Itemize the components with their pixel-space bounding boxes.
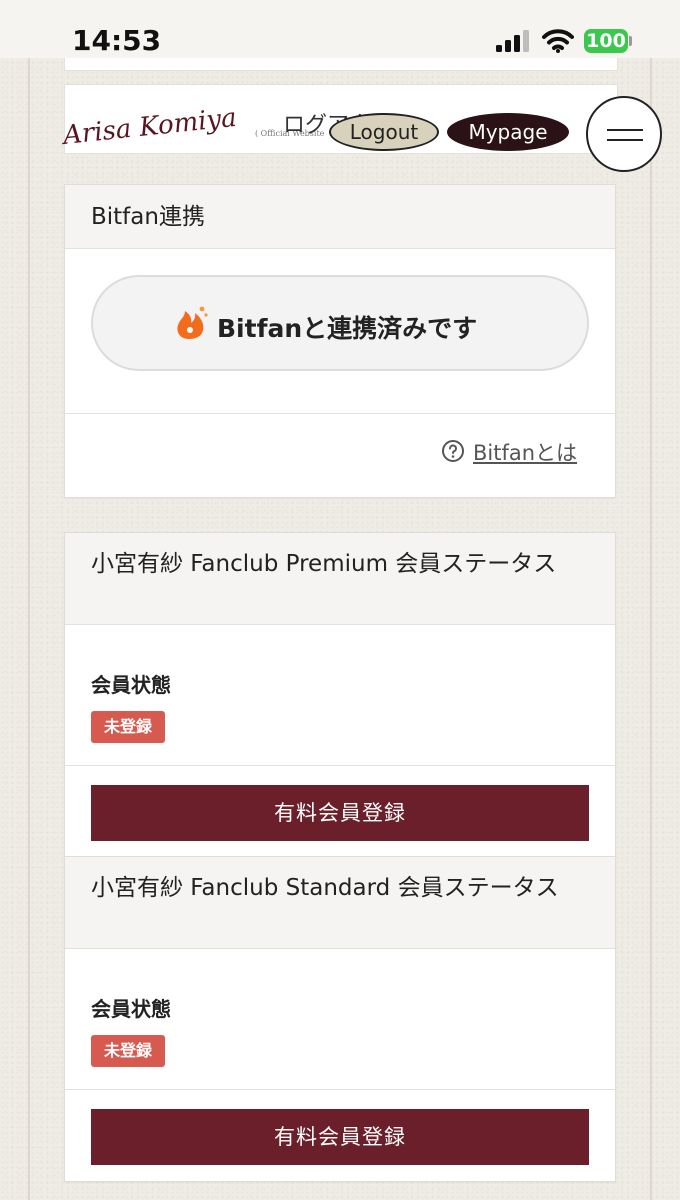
page-border-right: [650, 58, 652, 1200]
question-circle-icon: [442, 440, 464, 462]
divider: [65, 1089, 615, 1090]
menu-line-bottom: [607, 139, 643, 141]
standard-register-button[interactable]: 有料会員登録: [91, 1109, 589, 1165]
standard-card-title: 小宮有紗 Fanclub Standard 会員ステータス: [65, 857, 615, 949]
battery-indicator: 100: [584, 29, 628, 53]
premium-status-card: 小宮有紗 Fanclub Premium 会員ステータス 会員状態 未登録 有料…: [64, 532, 616, 858]
standard-status-badge: 未登録: [91, 1035, 165, 1067]
mypage-button[interactable]: Mypage: [447, 113, 569, 151]
menu-line-top: [607, 129, 643, 131]
bitfan-linked-label: Bitfanと連携済みです: [217, 314, 478, 343]
bitfan-card: Bitfan連携 Bitfanと連携済みです Bitfanとは: [64, 184, 616, 498]
page-border-left: [28, 58, 30, 1200]
logo-text: Arisa Komiya: [60, 103, 238, 151]
hamburger-menu-button[interactable]: [586, 96, 662, 172]
divider: [65, 765, 615, 766]
site-logo[interactable]: Arisa Komiya: [59, 93, 255, 153]
previous-card-edge: [64, 58, 618, 71]
premium-status-label: 会員状態: [91, 673, 171, 697]
bitfan-linked-button[interactable]: Bitfanと連携済みです: [91, 275, 589, 371]
premium-register-button[interactable]: 有料会員登録: [91, 785, 589, 841]
battery-tip: [629, 36, 632, 46]
status-bar: 14:53 100: [0, 0, 680, 58]
site-header: Arisa Komiya ( Official Website ログアウト Lo…: [60, 84, 618, 154]
what-is-bitfan-link[interactable]: Bitfanとは: [473, 437, 577, 467]
status-time: 14:53: [72, 24, 162, 57]
logout-button[interactable]: Logout: [329, 113, 439, 151]
wifi-icon: [542, 29, 574, 53]
standard-status-label: 会員状態: [91, 997, 171, 1021]
signal-icon: [496, 30, 529, 52]
divider: [65, 413, 615, 414]
bitfan-card-title: Bitfan連携: [65, 185, 615, 249]
premium-card-title: 小宮有紗 Fanclub Premium 会員ステータス: [65, 533, 615, 625]
standard-status-card: 小宮有紗 Fanclub Standard 会員ステータス 会員状態 未登録 有…: [64, 856, 616, 1182]
premium-status-badge: 未登録: [91, 711, 165, 743]
bitfan-flame-icon: [177, 306, 208, 339]
